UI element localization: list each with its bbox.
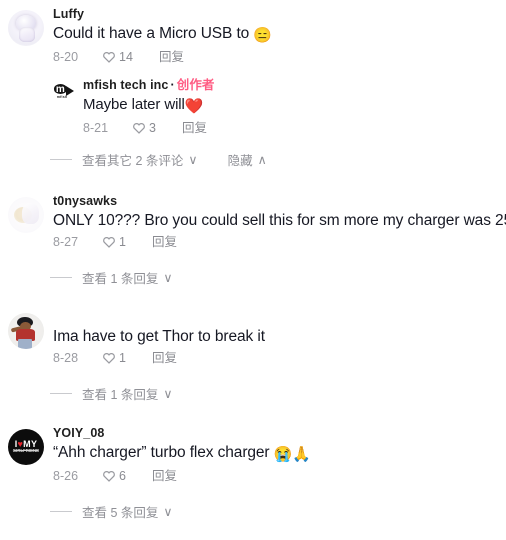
comment-text: Ima have to get Thor to break it: [53, 328, 265, 345]
like-count: 3: [149, 121, 156, 135]
avatar[interactable]: [8, 313, 44, 349]
divider-dash: [50, 511, 72, 512]
comment-date: 8-27: [53, 235, 79, 249]
comment-text: ONLY 10??? Bro you could sell this for s…: [53, 212, 506, 229]
heart-icon[interactable]: [102, 351, 116, 365]
comment-actions: 8-28 1 回复: [53, 350, 502, 366]
like-count: 1: [119, 235, 126, 249]
like-button[interactable]: 6: [102, 468, 126, 484]
chevron-up-icon[interactable]: ∧: [258, 152, 267, 167]
comment-item: I♥MY GIRLFRIEND YOIY_08 “Ahh charger” tu…: [0, 403, 506, 521]
comment-username[interactable]: YOIY_08: [53, 425, 502, 441]
view-replies-button[interactable]: 查看 5 条回复: [82, 502, 158, 521]
comment-list: Luffy Could it have a Micro USB to 😑 8-2…: [0, 0, 506, 540]
like-count: 1: [119, 351, 126, 365]
divider-dash: [50, 277, 72, 278]
reply-username-text: mfish tech inc: [83, 78, 169, 92]
avatar[interactable]: m mfish: [50, 80, 74, 104]
comment-actions: 8-20 14 回复: [53, 49, 502, 65]
creator-badge: 创作者: [176, 78, 215, 92]
comment-date: 8-28: [53, 351, 79, 365]
comment-username[interactable]: Luffy: [53, 6, 502, 22]
chevron-down-icon[interactable]: ∨: [188, 152, 197, 167]
reply-date: 8-21: [83, 121, 109, 135]
reply-button[interactable]: 回复: [152, 350, 177, 366]
reply-button[interactable]: 回复: [159, 49, 184, 65]
comment-date: 8-26: [53, 469, 79, 483]
camera-lens-icon: [65, 85, 74, 96]
hide-replies-button[interactable]: 隐藏 ∧: [228, 150, 267, 169]
comment-text-body: “Ahh charger” turbo flex charger: [53, 444, 274, 461]
heart-icon[interactable]: [102, 469, 116, 483]
like-button[interactable]: 1: [102, 234, 126, 250]
heart-icon[interactable]: [102, 235, 116, 249]
avatar-logo-strike: [14, 449, 38, 451]
view-replies-button[interactable]: 查看 1 条回复: [82, 268, 158, 287]
comment-text: “Ahh charger” turbo flex charger 😭🙏: [53, 442, 502, 465]
reply-text-body: Maybe later will: [83, 96, 185, 113]
divider-dash: [50, 393, 72, 394]
heart-icon[interactable]: [132, 121, 146, 135]
reply-expander-row: 查看其它 2 条评论 ∨ 隐藏 ∧: [50, 150, 506, 169]
comment-text: Could it have a Micro USB to 😑: [53, 23, 502, 46]
like-button[interactable]: 3: [132, 120, 156, 136]
comment-actions: 8-27 1 回复: [53, 234, 502, 250]
neutral-face-emoji: 😑: [253, 27, 272, 44]
reply-button[interactable]: 回复: [182, 120, 207, 136]
divider-dash: [50, 159, 72, 160]
comment-item: t0nysawks ONLY 10??? Bro you could sell …: [0, 169, 506, 287]
like-count: 6: [119, 469, 126, 483]
reply-button[interactable]: 回复: [152, 234, 177, 250]
reply-expander-row: 查看 5 条回复 ∨: [50, 502, 506, 521]
red-heart-emoji: ❤️: [184, 98, 204, 115]
reply-expander-row: 查看 1 条回复 ∨: [50, 268, 506, 287]
reply-expander-row: 查看 1 条回复 ∨: [50, 384, 506, 403]
comment-date: 8-20: [53, 50, 79, 64]
heart-icon[interactable]: [102, 50, 116, 64]
chevron-down-icon[interactable]: ∨: [163, 504, 172, 519]
view-replies-button[interactable]: 查看 1 条回复: [82, 384, 158, 403]
chevron-down-icon[interactable]: ∨: [163, 386, 172, 401]
avatar[interactable]: [8, 10, 44, 46]
reply-item: m mfish mfish tech inc · 创作者 Maybe later w…: [0, 77, 506, 136]
comment-username[interactable]: [53, 309, 502, 325]
chevron-down-icon[interactable]: ∨: [163, 270, 172, 285]
reply-username[interactable]: mfish tech inc · 创作者: [83, 77, 502, 93]
reply-text: Maybe later will❤️: [83, 94, 502, 117]
separator-dot: ·: [170, 78, 175, 92]
like-button[interactable]: 14: [102, 49, 133, 65]
reply-button[interactable]: 回复: [152, 468, 177, 484]
like-button[interactable]: 1: [102, 350, 126, 366]
avatar-legs: [18, 339, 33, 349]
reply-actions: 8-21 3 回复: [83, 120, 502, 136]
comment-item: Ima have to get Thor to break it 8-28 1 …: [0, 287, 506, 403]
like-count: 14: [119, 50, 133, 64]
comment-username[interactable]: t0nysawks: [53, 193, 502, 209]
comment-actions: 8-26 6 回复: [53, 468, 502, 484]
avatar[interactable]: [8, 197, 44, 233]
view-more-comments-button[interactable]: 查看其它 2 条评论: [82, 150, 183, 169]
logo-watermark: mfish: [56, 95, 68, 100]
hide-label: 隐藏: [227, 154, 253, 168]
crying-face-emoji: 😭🙏: [273, 446, 311, 463]
comment-text-body: Could it have a Micro USB to: [53, 25, 254, 42]
avatar[interactable]: I♥MY GIRLFRIEND: [8, 429, 44, 465]
comment-item: Luffy Could it have a Micro USB to 😑 8-2…: [0, 0, 506, 169]
